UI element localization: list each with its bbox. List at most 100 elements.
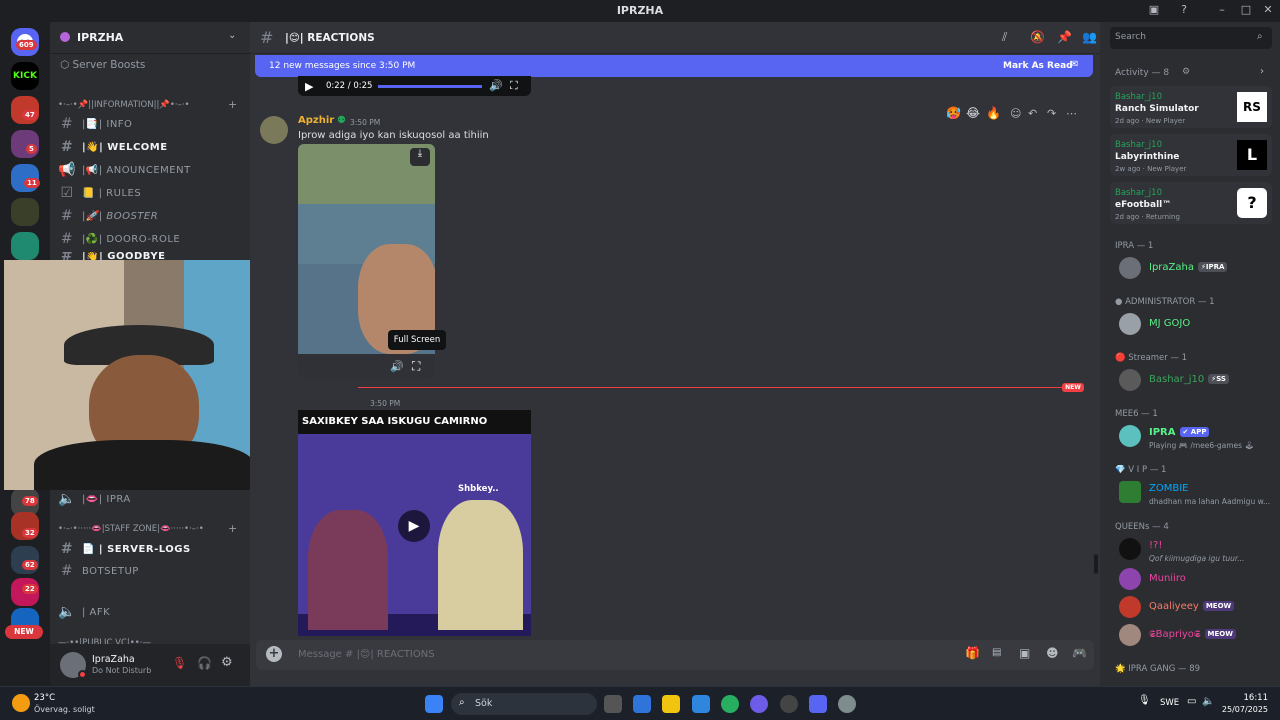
channel-botsetup[interactable]: # BOTSETUP [58, 561, 240, 581]
channel-rules[interactable]: ☑ 📒 | RULES [58, 183, 240, 203]
activity-card[interactable]: Bashar_j10 Labyrinthine 2w ago · New Pla… [1110, 134, 1272, 176]
server-icon-5[interactable] [11, 198, 39, 226]
channel-welcome[interactable]: # |👋| WELCOME [58, 137, 240, 157]
network-icon[interactable]: ▭ [1187, 696, 1196, 707]
member-row[interactable]: IpraZaha ⚡IPRA [1115, 255, 1273, 281]
volume-icon[interactable]: 🔈 [1202, 696, 1214, 707]
forward-icon[interactable]: ↷ [1047, 107, 1056, 120]
author-badge-icon: ⚉ [337, 115, 346, 126]
minimize-button[interactable]: – [1214, 3, 1230, 19]
add-reaction-icon[interactable]: ☺ [1010, 107, 1021, 120]
headphones-icon[interactable]: 🎧 [197, 656, 212, 670]
volume-icon[interactable]: 🔊 [489, 79, 503, 92]
activity-card[interactable]: Bashar_j10 Ranch Simulator 2d ago · New … [1110, 86, 1272, 128]
help-icon[interactable]: ? [1176, 3, 1192, 19]
gif-icon[interactable]: ▤ [992, 647, 1001, 658]
language-indicator[interactable]: SWE [1160, 698, 1179, 708]
member-row[interactable]: MJ GOJO [1115, 311, 1273, 337]
message-input-box[interactable]: + Message # |😊| REACTIONS 🎁 ▤ ▣ ☻ 🎮 [256, 640, 1094, 670]
download-icon[interactable]: ⤓ [410, 148, 430, 166]
activity-game: Ranch Simulator [1115, 104, 1199, 114]
activity-card[interactable]: Bashar_j10 eFootball™ 2d ago · Returning… [1110, 182, 1272, 224]
threads-icon[interactable]: ⫽ [1002, 30, 1007, 45]
member-row[interactable]: 𝕾Bapriyo𝕾 MEOW [1115, 622, 1273, 648]
reply-icon[interactable]: ↶ [1028, 107, 1037, 120]
task-view-icon[interactable] [604, 695, 622, 713]
discord-taskbar-icon[interactable] [809, 695, 827, 713]
channel-info[interactable]: # |📑| INFO [58, 114, 240, 134]
channel-afk[interactable]: 🔈 | AFK [58, 602, 240, 622]
mute-icon[interactable]: 🎙 [172, 656, 187, 670]
channel-booster[interactable]: # |🚀| BOOSTER [58, 206, 240, 226]
settings-gear-icon[interactable]: ⚙ [221, 655, 233, 670]
scrollbar-thumb[interactable] [1094, 554, 1098, 574]
message-author[interactable]: Apzhir [298, 115, 334, 126]
chevron-right-icon[interactable]: › [1260, 66, 1264, 77]
app-icon[interactable] [750, 695, 768, 713]
gift-icon[interactable]: 🎁 [965, 646, 980, 660]
server-icon-6[interactable] [11, 232, 39, 260]
channel-announcement[interactable]: 📢 |📢| ANOUNCEMENT [58, 160, 240, 180]
volume-icon[interactable]: 🔊 [390, 360, 404, 373]
video-progress[interactable] [378, 85, 482, 88]
member-list-icon[interactable]: 👥 [1082, 30, 1097, 44]
member-row[interactable]: ZOMBIE dhadhan ma lahan Aadmigu w... [1115, 479, 1273, 506]
play-icon[interactable]: ▶ [305, 80, 313, 93]
maximize-button[interactable]: □ [1238, 3, 1254, 19]
start-icon[interactable] [425, 695, 443, 713]
settings-icon[interactable] [838, 695, 856, 713]
close-button[interactable]: ✕ [1260, 3, 1276, 19]
member-row[interactable]: Bashar_j10 ⚡SS [1115, 367, 1273, 393]
activity-header[interactable]: Activity — 8 [1115, 68, 1169, 78]
video-attachment-2[interactable]: SAXIBKEY SAA ISKUGU CAMIRNO Shbkey.. ▶ [298, 410, 531, 636]
channel-ipra[interactable]: 🔈 |👄| IPRA [58, 489, 240, 509]
fullscreen-icon[interactable]: ⛶ [510, 79, 518, 93]
member-name-text: Bashar_j10 [1149, 374, 1205, 385]
member-row[interactable]: !?! Qof kiimugdiga igu tuur... [1115, 536, 1273, 563]
apps-icon[interactable]: 🎮 [1072, 646, 1087, 660]
category-information[interactable]: •·–·•📌||INFORMATION||📌•·–·• [58, 100, 243, 110]
add-channel-icon[interactable]: + [228, 98, 237, 111]
channel-dooro-role[interactable]: # |♻️| DOORO-ROLE [58, 229, 240, 249]
file-explorer-icon[interactable] [662, 695, 680, 713]
new-pill[interactable]: NEW [5, 625, 43, 639]
server-header[interactable]: IPRZHA ⌄ [50, 22, 250, 54]
fullscreen-icon[interactable]: ⛶ [412, 359, 420, 374]
member-row[interactable]: IPRA ✔ APP Playing 🎮 /mee6-games 🕹 [1115, 423, 1273, 450]
reaction-emoji-3[interactable]: 🔥 [986, 106, 1001, 120]
new-messages-bar[interactable]: 12 new messages since 3:50 PM Mark As Re… [255, 55, 1093, 77]
category-staff[interactable]: •·–·•·····👄|STAFF ZONE|👄·····•·–·• [58, 524, 243, 534]
member-row[interactable]: Muniiro [1115, 566, 1273, 592]
reaction-emoji-2[interactable]: 😂 [966, 106, 980, 120]
search-input[interactable]: Search ⌕ [1110, 27, 1272, 49]
more-icon[interactable]: ⋯ [1066, 107, 1077, 120]
emoji-icon[interactable]: ☻ [1046, 646, 1059, 660]
weather-icon[interactable] [12, 694, 30, 712]
obs-icon[interactable] [780, 695, 798, 713]
channel-server-logs[interactable]: # 📄 | SERVER-LOGS [58, 539, 240, 559]
member-panel: Search ⌕ Activity — 8 ⚙ › Bashar_j10 Ran… [1100, 22, 1280, 686]
sticker-icon[interactable]: ▣ [1019, 646, 1030, 660]
pin-icon[interactable]: 📌 [1057, 30, 1072, 44]
copilot-icon[interactable] [633, 695, 651, 713]
member-row[interactable]: Qaaliyeey MEOW [1115, 594, 1273, 620]
notification-bell-icon[interactable]: 🔕 [1030, 30, 1045, 44]
search-icon: ⌕ [459, 697, 465, 708]
reaction-emoji-1[interactable]: 🥵 [946, 106, 961, 120]
taskbar-search[interactable]: ⌕ Sök [451, 693, 597, 715]
chrome-icon[interactable] [721, 695, 739, 713]
play-icon[interactable]: ▶ [398, 510, 430, 542]
avatar[interactable] [260, 116, 288, 144]
server-kick[interactable]: KICK [11, 62, 39, 90]
microphone-icon[interactable]: 🎙 [1138, 695, 1151, 706]
store-icon[interactable] [692, 695, 710, 713]
activity-time: 2d ago [1115, 213, 1140, 221]
hash-icon: # [60, 563, 74, 579]
attach-plus-icon[interactable]: + [266, 646, 282, 662]
channel-label: 📒 | RULES [82, 187, 142, 199]
server-boosts[interactable]: ⬡ Server Boosts [60, 59, 145, 71]
mark-as-read-button[interactable]: Mark As Read [1003, 61, 1073, 71]
inbox-icon[interactable]: ▣ [1146, 3, 1162, 19]
channel-goodbye[interactable]: # |👋| GOODBYE [58, 252, 240, 260]
add-channel-icon[interactable]: + [228, 522, 237, 535]
